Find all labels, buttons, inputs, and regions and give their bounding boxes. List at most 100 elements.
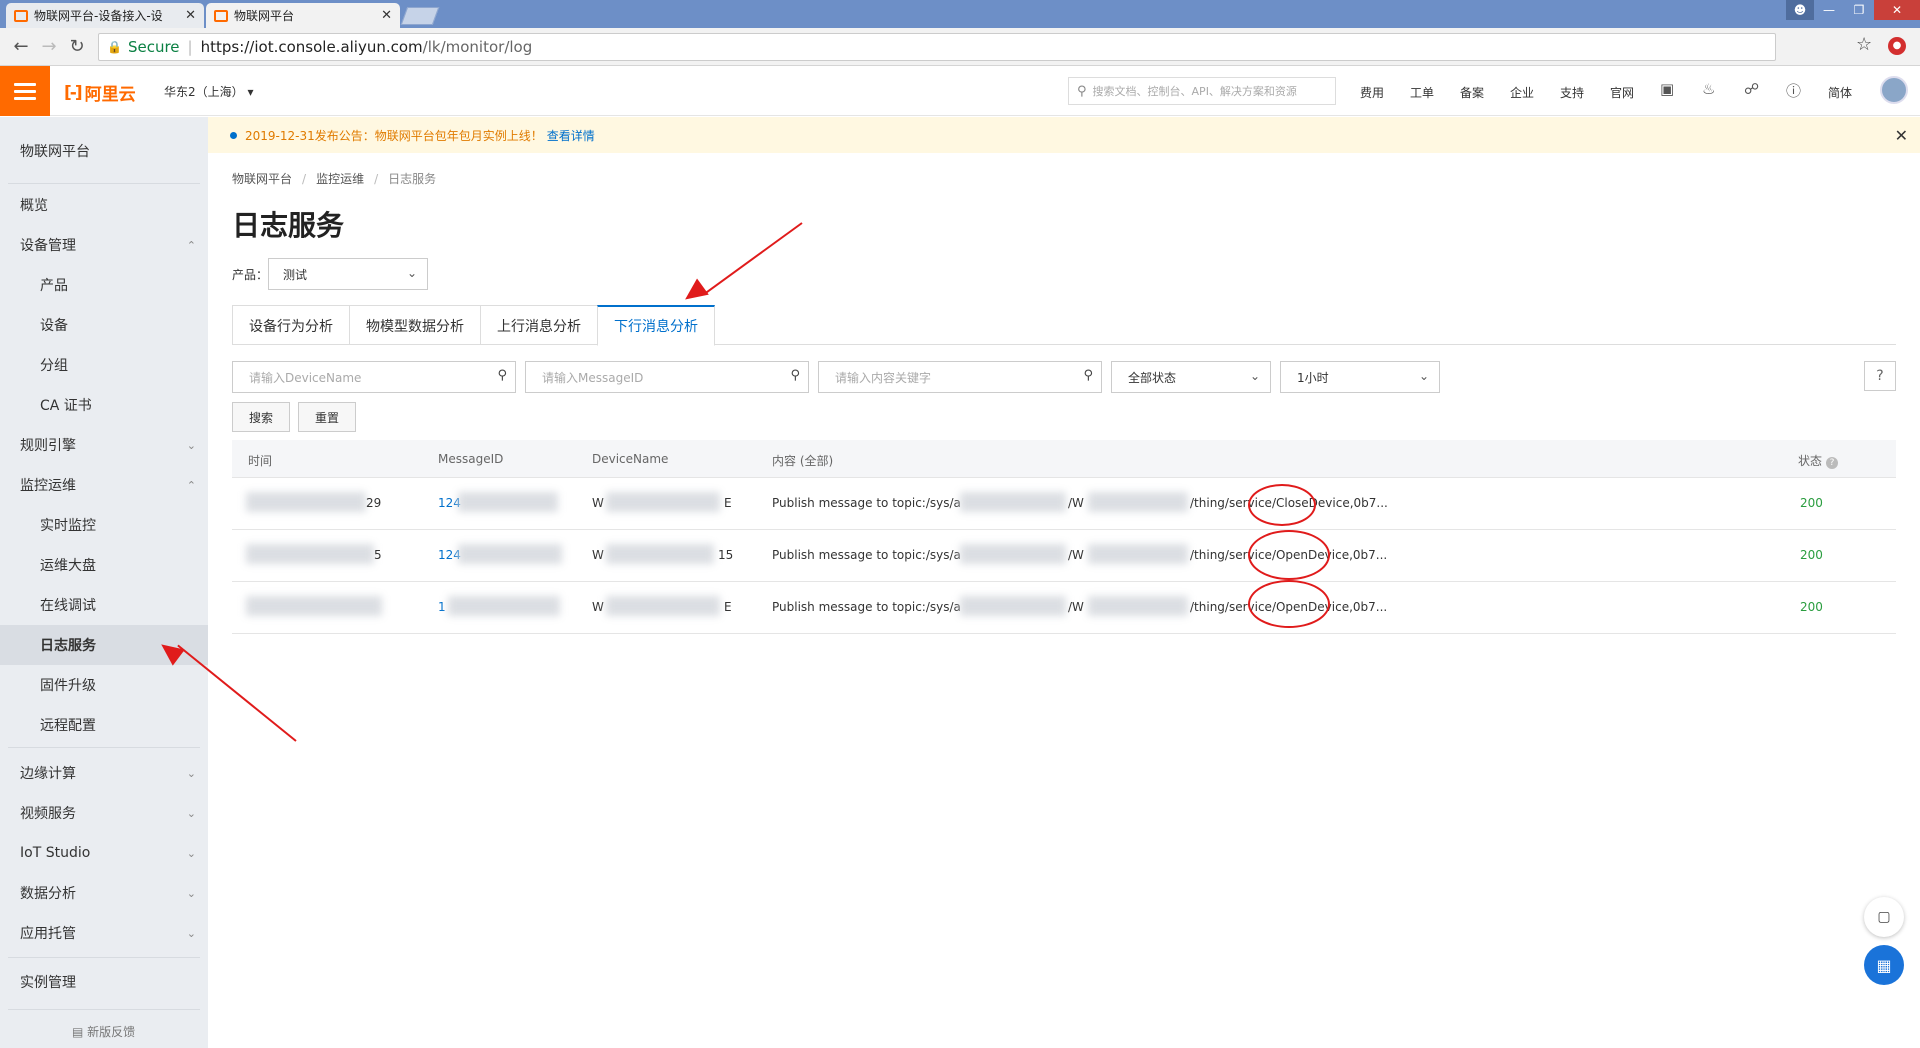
feedback-icon: ▤: [72, 1025, 88, 1039]
content-cell: Publish message to topic:/sys/a: [772, 548, 961, 562]
sidebar-item-app-hosting[interactable]: 应用托管 ⌄: [0, 913, 208, 953]
breadcrumb-item[interactable]: 物联网平台: [232, 172, 292, 186]
redacted-device-path: [1088, 544, 1188, 564]
header-nav-ticket[interactable]: 工单: [1410, 84, 1434, 101]
help-button[interactable]: ?: [1864, 361, 1896, 391]
close-icon[interactable]: ✕: [1895, 126, 1908, 145]
bell-icon[interactable]: ♨: [1702, 80, 1715, 98]
redacted-device-path: [1088, 492, 1188, 512]
question-icon[interactable]: ?: [1826, 457, 1839, 469]
region-selector[interactable]: 华东2（上海） ▾: [164, 83, 254, 100]
redacted-time: [246, 544, 374, 564]
table-header: 时间 MessageID DeviceName 内容 (全部) 状态?: [232, 440, 1896, 478]
sidebar-item-label: CA 证书: [40, 398, 92, 414]
new-tab-button[interactable]: [400, 7, 440, 25]
table-row[interactable]: 29 124 W E Publish message to topic:/sys…: [232, 478, 1896, 530]
message-id-link[interactable]: 1: [438, 600, 446, 614]
search-icon[interactable]: ⚲: [1083, 368, 1093, 383]
device-name-input[interactable]: 请输入DeviceName ⚲: [232, 361, 516, 393]
sidebar-item-realtime-monitor[interactable]: 实时监控: [0, 505, 208, 545]
url-field[interactable]: 🔒 Secure | https://iot.console.aliyun.co…: [98, 33, 1776, 61]
sidebar-item-ops-dashboard[interactable]: 运维大盘: [0, 545, 208, 585]
language-switch[interactable]: 简体: [1828, 84, 1852, 101]
tab-device-behavior[interactable]: 设备行为分析: [232, 305, 350, 345]
apps-grid-icon: ▦: [1876, 955, 1892, 975]
sidebar-item-devices[interactable]: 设备: [0, 305, 208, 345]
sidebar-item-remote-config[interactable]: 远程配置: [0, 705, 208, 745]
status-select[interactable]: 全部状态 ⌄: [1111, 361, 1271, 393]
sidebar-item-label: 固件升级: [40, 678, 96, 694]
window-close-icon[interactable]: ✕: [1874, 0, 1920, 20]
extension-icon[interactable]: ●: [1888, 37, 1906, 55]
chevron-down-icon: ⌄: [186, 806, 196, 820]
search-icon[interactable]: ⚲: [790, 368, 800, 383]
browser-tab[interactable]: 物联网平台-设备接入-设 ✕: [6, 3, 204, 28]
search-icon[interactable]: ⚲: [497, 368, 507, 383]
reset-button[interactable]: 重置: [298, 402, 356, 432]
help-icon[interactable]: ⓘ: [1786, 80, 1801, 101]
content-mid: /W: [1068, 548, 1084, 562]
search-button[interactable]: 搜索: [232, 402, 290, 432]
message-id-input[interactable]: 请输入MessageID ⚲: [525, 361, 809, 393]
sidebar-item-ca-cert[interactable]: CA 证书: [0, 385, 208, 425]
minimize-icon[interactable]: —: [1814, 0, 1844, 20]
sidebar-item-label: 设备: [40, 318, 68, 334]
chevron-down-icon: ⌄: [186, 846, 196, 860]
header-nav-icp[interactable]: 备案: [1460, 84, 1484, 101]
profile-icon[interactable]: ☻: [1786, 0, 1814, 20]
apps-button[interactable]: ▦: [1864, 945, 1904, 985]
content-mid: /W: [1068, 496, 1084, 510]
sidebar-item-firmware-upgrade[interactable]: 固件升级: [0, 665, 208, 705]
table-row[interactable]: 5 124 W 15 Publish message to topic:/sys…: [232, 530, 1896, 582]
announcement-text: 2019-12-31发布公告：物联网平台包年包月实例上线！: [245, 128, 543, 143]
tab-thing-model-data[interactable]: 物模型数据分析: [349, 305, 481, 345]
forward-icon[interactable]: →: [38, 36, 60, 57]
restore-icon[interactable]: ❐: [1844, 0, 1874, 20]
sidebar-item-rules-engine[interactable]: 规则引擎 ⌄: [0, 425, 208, 465]
announcement-link[interactable]: 查看详情: [547, 127, 595, 144]
cart-icon[interactable]: ☍: [1744, 80, 1759, 98]
sidebar-item-edge-computing[interactable]: 边缘计算 ⌄: [0, 753, 208, 793]
sidebar-item-video-service[interactable]: 视频服务 ⌄: [0, 793, 208, 833]
annotation-circle: [1248, 530, 1330, 580]
chevron-down-icon: ⌄: [1418, 369, 1429, 383]
content-cell: Publish message to topic:/sys/a: [772, 600, 961, 614]
sidebar-item-instance-management[interactable]: 实例管理: [0, 962, 208, 1002]
product-select[interactable]: 测试 ⌄: [268, 258, 428, 290]
feedback-link[interactable]: ▤ 新版反馈: [72, 1023, 135, 1040]
chat-button[interactable]: ▢: [1864, 897, 1904, 937]
sidebar-item-groups[interactable]: 分组: [0, 345, 208, 385]
sidebar-item-iot-studio[interactable]: IoT Studio ⌄: [0, 833, 208, 873]
aliyun-logo[interactable]: [-] 阿里云: [64, 80, 136, 106]
header-nav-website[interactable]: 官网: [1610, 84, 1634, 101]
sidebar-item-overview[interactable]: 概览: [0, 185, 208, 225]
sidebar-item-products[interactable]: 产品: [0, 265, 208, 305]
breadcrumb-item[interactable]: 监控运维: [316, 172, 364, 186]
avatar[interactable]: [1880, 76, 1908, 104]
aliyun-logo-icon: [-]: [64, 82, 83, 103]
terminal-icon[interactable]: ▣: [1660, 80, 1674, 98]
bookmark-star-icon[interactable]: ☆: [1856, 34, 1872, 55]
time-range-select[interactable]: 1小时 ⌄: [1280, 361, 1440, 393]
aliyun-favicon-icon: [14, 9, 28, 22]
close-icon[interactable]: ✕: [381, 8, 392, 23]
reload-icon[interactable]: ↻: [66, 36, 88, 57]
tab-downstream-messages[interactable]: 下行消息分析: [597, 305, 715, 346]
sidebar-item-device-management[interactable]: 设备管理 ⌃: [0, 225, 208, 265]
close-icon[interactable]: ✕: [185, 8, 196, 23]
sidebar-item-online-debug[interactable]: 在线调试: [0, 585, 208, 625]
header-nav-enterprise[interactable]: 企业: [1510, 84, 1534, 101]
sidebar-item-data-analysis[interactable]: 数据分析 ⌄: [0, 873, 208, 913]
table-row[interactable]: 1 W E Publish message to topic:/sys/a /W…: [232, 580, 1896, 634]
global-search-input[interactable]: ⚲ 搜索文档、控制台、API、解决方案和资源: [1068, 77, 1336, 105]
sidebar-item-monitoring[interactable]: 监控运维 ⌃: [0, 465, 208, 505]
header-nav-support[interactable]: 支持: [1560, 84, 1584, 101]
tab-upstream-messages[interactable]: 上行消息分析: [480, 305, 598, 345]
browser-tab-active[interactable]: 物联网平台 ✕: [206, 3, 400, 28]
content-keyword-input[interactable]: 请输入内容关键字 ⚲: [818, 361, 1102, 393]
sidebar-item-label: 在线调试: [40, 598, 96, 614]
back-icon[interactable]: ←: [10, 36, 32, 57]
header-nav-billing[interactable]: 费用: [1360, 84, 1384, 101]
column-header-message-id: MessageID: [438, 452, 504, 466]
menu-icon[interactable]: [0, 66, 50, 116]
